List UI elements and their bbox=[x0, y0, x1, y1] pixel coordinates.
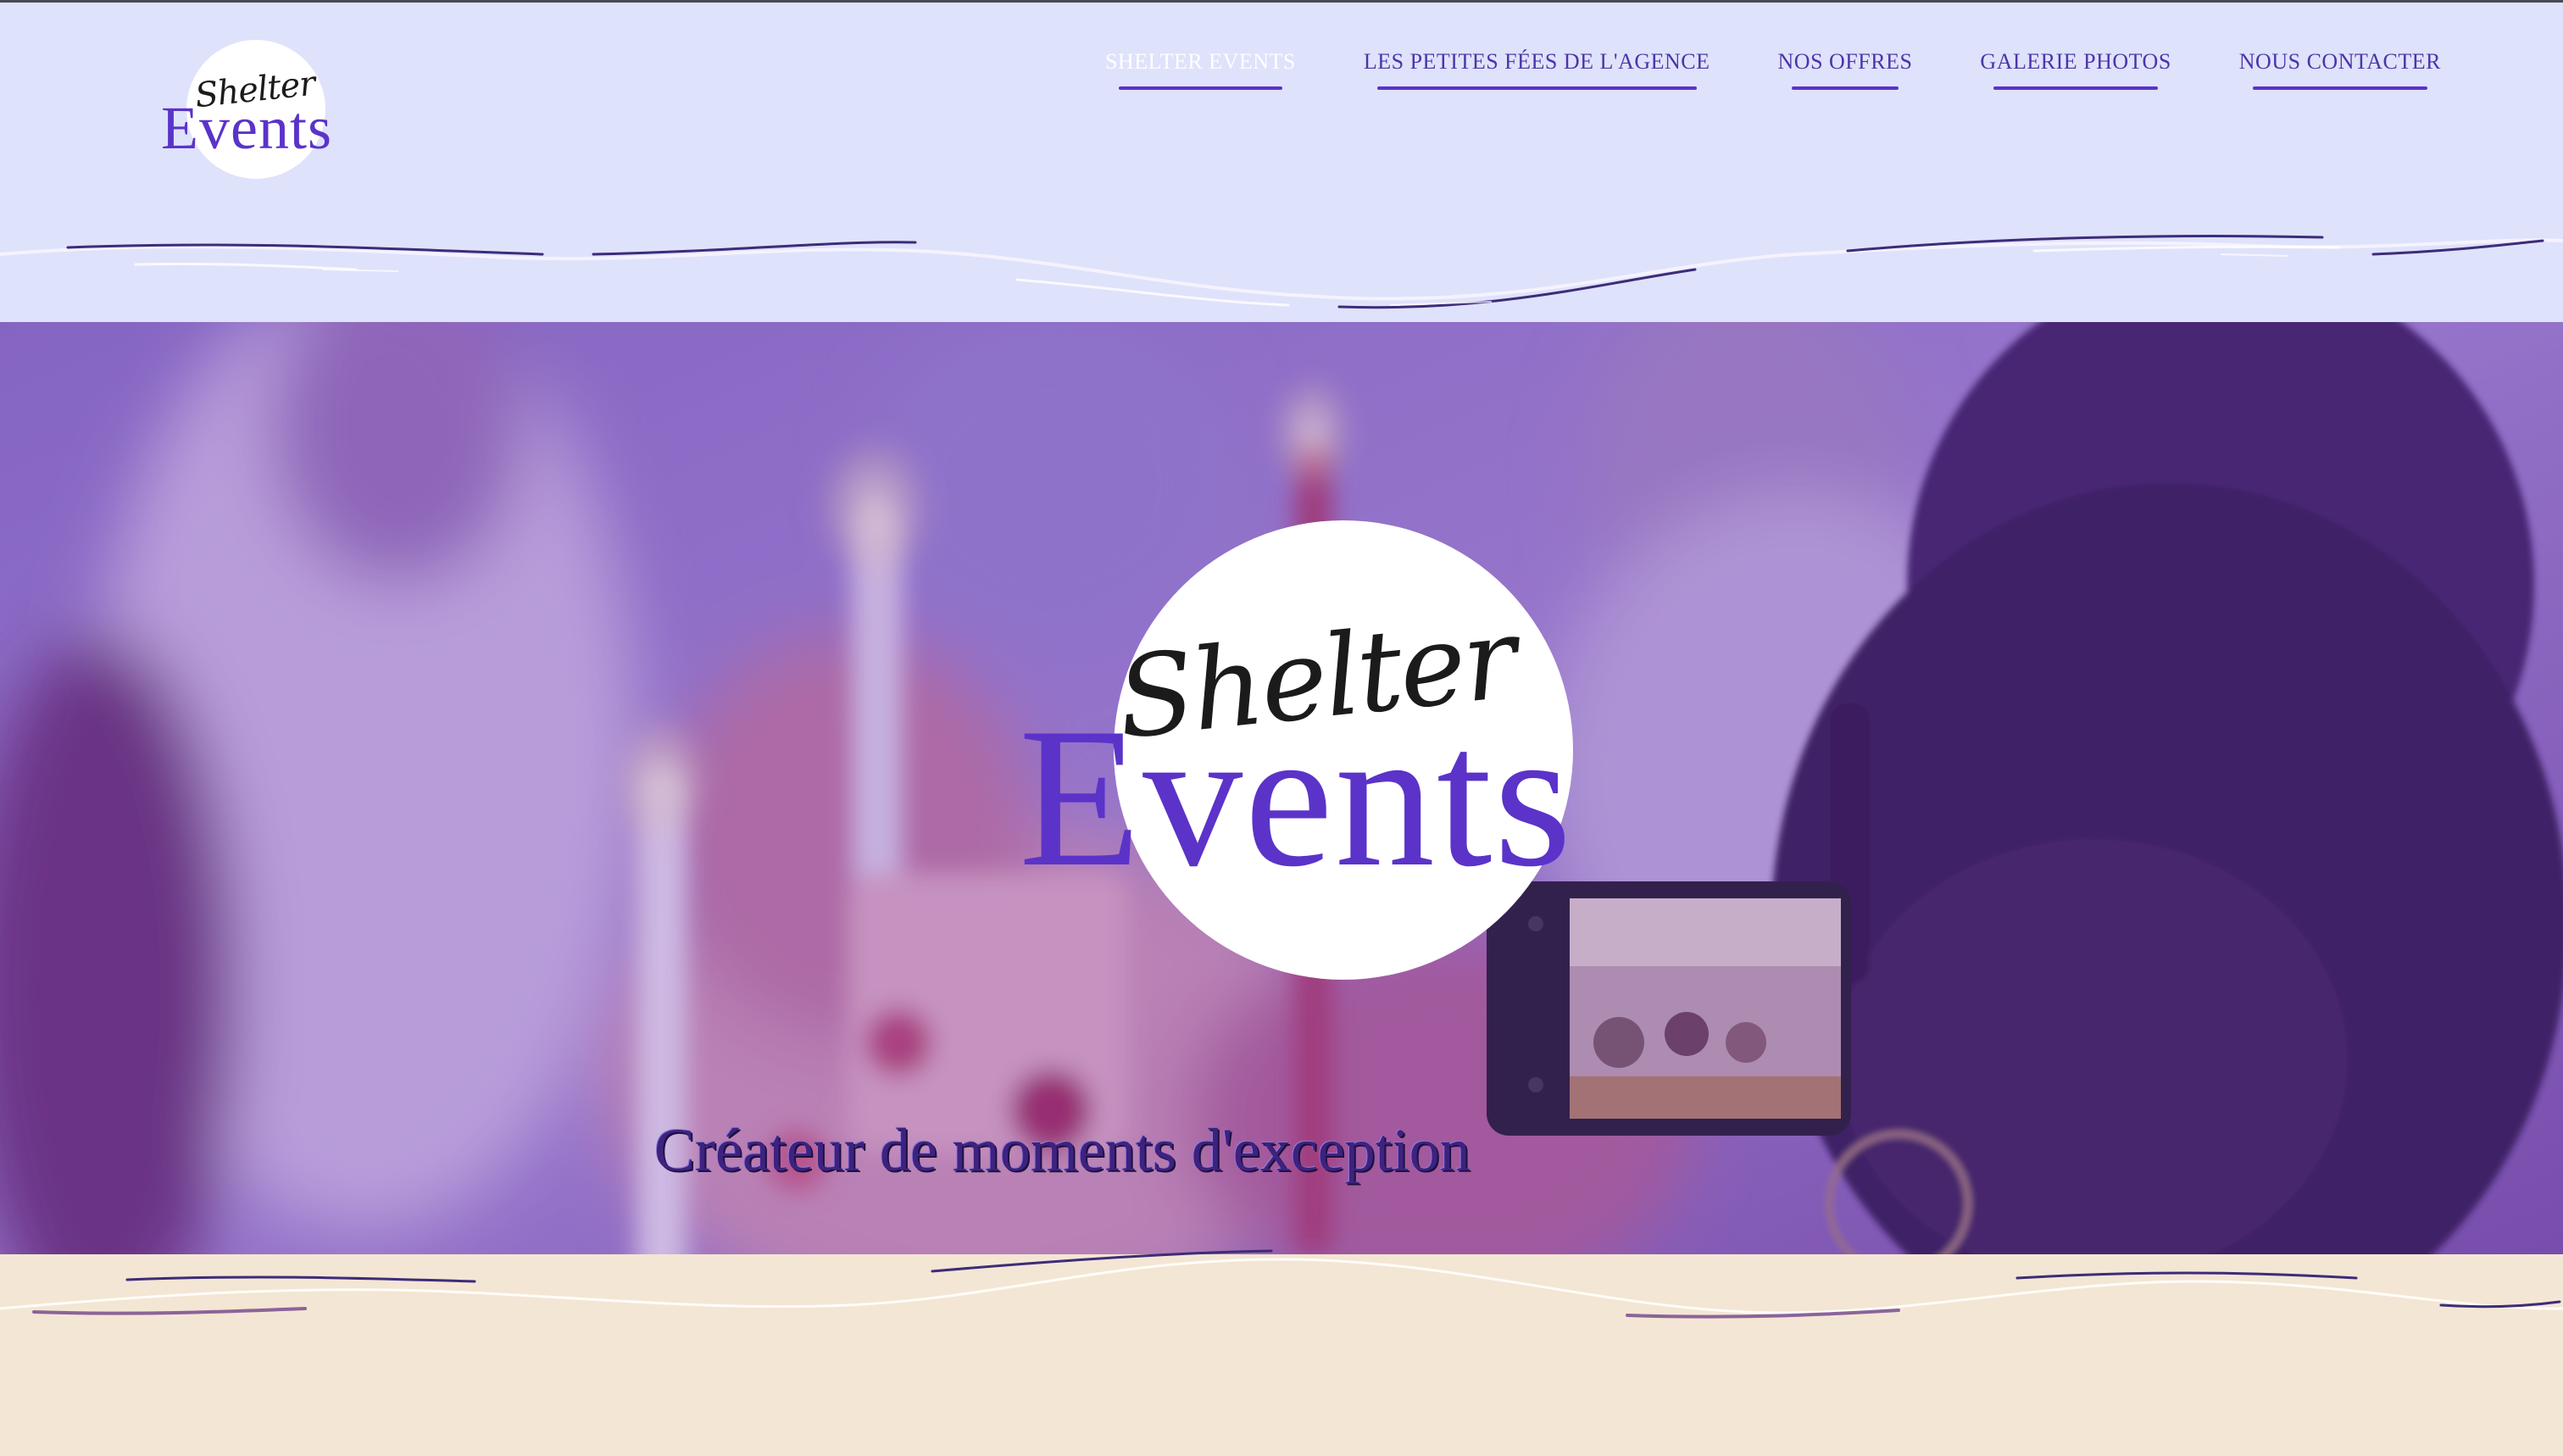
nav-item-label: NOUS CONTACTER bbox=[2238, 49, 2441, 74]
browser-top-border bbox=[0, 0, 2563, 3]
nav-underline bbox=[2252, 86, 2427, 90]
logo-main-text: Events bbox=[161, 94, 332, 162]
nav-item-label: LES PETITES FÉES DE L'AGENCE bbox=[1363, 49, 1710, 74]
nav-item-nos-offres[interactable]: NOS OFFRES bbox=[1778, 49, 1913, 90]
nav-underline bbox=[1376, 86, 1697, 90]
nav-item-shelter-events[interactable]: SHELTER EVENTS bbox=[1105, 49, 1296, 90]
nav-item-galerie-photos[interactable]: GALERIE PHOTOS bbox=[1980, 49, 2171, 90]
nav-item-nous-contacter[interactable]: NOUS CONTACTER bbox=[2239, 49, 2441, 90]
nav-item-label: SHELTER EVENTS bbox=[1104, 49, 1296, 74]
nav-underline bbox=[1118, 86, 1282, 90]
main-navigation: SHELTER EVENTS LES PETITES FÉES DE L'AGE… bbox=[0, 49, 2441, 90]
footer-background bbox=[0, 1254, 2563, 1456]
hero-logo-main-text: Events bbox=[1019, 687, 1574, 909]
nav-underline bbox=[1993, 86, 2158, 90]
header-background bbox=[0, 0, 2563, 322]
web-page: Shelter Events SHELTER EVENTS LES PETITE… bbox=[0, 0, 2563, 1456]
hero-logo: Shelter Events bbox=[1019, 520, 1573, 980]
nav-item-label: NOS OFFRES bbox=[1777, 49, 1913, 74]
hero-tagline: Créateur de moments d'exception bbox=[654, 1116, 1471, 1184]
nav-item-petites-fees[interactable]: LES PETITES FÉES DE L'AGENCE bbox=[1364, 49, 1710, 90]
nav-item-label: GALERIE PHOTOS bbox=[1980, 49, 2171, 74]
nav-underline bbox=[1791, 86, 1899, 90]
